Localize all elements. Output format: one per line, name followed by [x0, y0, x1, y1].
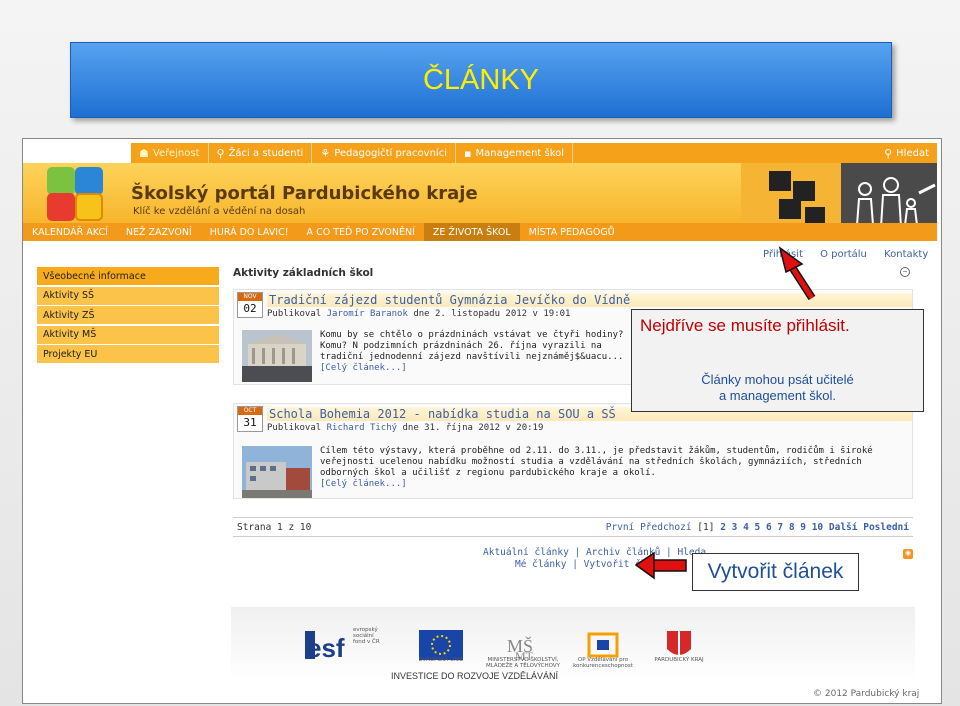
top-navigation: ☗ Veřejnost ⚲ Žáci a studenti ⚘ Pedagogičtí…: [131, 143, 937, 163]
investment-slogan: INVESTICE DO ROZVOJE VZDĚLÁVÁNÍ: [391, 671, 559, 681]
subnav-school-life[interactable]: ZE ŽIVOTA ŠKOL: [423, 223, 520, 241]
read-more-link[interactable]: [Celý článek...]: [320, 479, 407, 489]
create-article-label: Vytvořit článek: [707, 560, 844, 583]
login-callout-note-1: Články mohou psát učitelé: [701, 372, 854, 387]
nav-public[interactable]: ☗ Veřejnost: [131, 143, 209, 163]
nav-students[interactable]: ⚲ Žáci a studenti: [209, 143, 313, 163]
subnav-to-school[interactable]: HURÁ DO LAVIC!: [201, 223, 298, 241]
sidebar-item-zs[interactable]: Aktivity ZŠ: [37, 306, 219, 324]
article-excerpt: Komu by se chtělo o prázdninách vstávat …: [320, 330, 624, 373]
section-title: Aktivity základních škol: [233, 267, 374, 279]
first-page-link[interactable]: První: [606, 522, 635, 533]
article-links-row-2[interactable]: Mé články | Vytvořit článek: [483, 559, 706, 571]
login-callout: Nejdříve se musíte přihlásit. Články moh…: [631, 309, 924, 412]
search-icon: ⚲: [884, 146, 893, 160]
svg-text:esf: esf: [307, 633, 345, 663]
esf-caption-3: fond v ČR: [353, 639, 380, 645]
kraj-caption: PARDUBICKÝ KRAJ: [654, 657, 704, 663]
contacts-link[interactable]: Kontakty: [884, 249, 928, 260]
sidebar-item-ms[interactable]: Aktivity MŠ: [37, 325, 219, 344]
last-page-link[interactable]: Poslední: [863, 522, 909, 533]
search-button[interactable]: ⚲ Hledat: [876, 143, 937, 163]
sidebar-item-ss[interactable]: Aktivity SŠ: [37, 286, 219, 305]
pagination: Strana 1 z 10 První Předchozí [1] 2 3 4 …: [233, 517, 913, 537]
partner-logos: esf evropský sociální fond v ČR EVROPSKÁ…: [231, 607, 915, 683]
op-caption: OP Vzdělávání pro konkurenceschopnost: [573, 657, 633, 669]
subnav-calendar[interactable]: KALENDÁŘ AKCÍ: [23, 223, 117, 241]
subnav-teacher-places[interactable]: MÍSTA PEDAGOGŮ: [520, 223, 624, 241]
eu-caption: EVROPSKÁ UNIE: [418, 657, 464, 663]
sidebar-item-general[interactable]: Všeobecné informace: [37, 267, 219, 285]
article-meta: Publikoval Richard Tichý dne 31. října 2…: [267, 423, 544, 433]
nav-management[interactable]: ▪ Management škol: [456, 143, 574, 163]
slide-title-banner: ČLÁNKY: [70, 42, 892, 118]
author-link[interactable]: Jaromír Baranok: [327, 309, 408, 319]
site-subtitle: Klíč ke vzdělání a vědění na dosah: [133, 206, 306, 217]
article-meta: Publikoval Jaromír Baranok dne 2. listop…: [267, 309, 571, 319]
article-card: OCT 31 Schola Bohemia 2012 - nabídka stu…: [233, 403, 913, 499]
article-excerpt: Cílem této výstavy, která proběhne od 2.…: [320, 446, 873, 489]
people-icon: ☗: [139, 146, 149, 160]
prev-page-link[interactable]: Předchozí: [640, 522, 691, 533]
login-callout-note-2: a management škol.: [718, 388, 837, 403]
calendar-icon: NOV 02: [237, 292, 263, 318]
read-more-link[interactable]: [Celý článek...]: [320, 363, 407, 373]
user-links: Přihlásit O portálu Kontakty: [763, 249, 941, 260]
article-day: 31: [243, 416, 257, 429]
copyright: © 2012 Pardubický kraj: [813, 689, 920, 699]
page-links[interactable]: 2 3 4 5 6 7 8 9 10: [720, 522, 823, 533]
article-thumbnail[interactable]: [242, 330, 312, 382]
author-link[interactable]: Richard Tichý: [327, 423, 397, 433]
collapse-icon[interactable]: −: [900, 267, 910, 277]
rss-icon[interactable]: ◉: [903, 549, 913, 559]
article-title[interactable]: Tradiční zájezd studentů Gymnázia Jevíčk…: [267, 293, 912, 307]
create-article-callout: Vytvořit článek: [692, 553, 859, 591]
article-links: Aktuální články | Archiv článků | Hleda …: [483, 547, 706, 571]
next-page-link[interactable]: Další: [829, 522, 858, 533]
nav-teachers[interactable]: ⚘ Pedagogičtí pracovníci: [312, 143, 456, 163]
article-thumbnail[interactable]: [242, 446, 312, 498]
management-icon: ▪: [464, 146, 472, 160]
sidebar-item-eu[interactable]: Projekty EU: [37, 345, 219, 363]
teacher-icon: ⚘: [320, 146, 331, 160]
article-links-row-1[interactable]: Aktuální články | Archiv článků | Hleda: [483, 547, 706, 559]
login-link[interactable]: Přihlásit: [763, 249, 803, 260]
slide-title: ČLÁNKY: [422, 63, 540, 96]
sidebar: Všeobecné informace Aktivity SŠ Aktivity…: [37, 267, 219, 365]
about-link[interactable]: O portálu: [820, 249, 867, 260]
subnav-after-bell[interactable]: A CO TEĎ PO ZVONĚNÍ: [298, 223, 424, 241]
secondary-navigation: KALENDÁŘ AKCÍ NEŽ ZAZVONÍ HURÁ DO LAVIC!…: [23, 223, 937, 241]
site-title: Školský portál Pardubického kraje: [131, 183, 478, 204]
page-info: Strana 1 z 10: [237, 522, 312, 533]
students-icon: ⚲: [216, 146, 225, 160]
portal-screenshot: Školský portál Pardubického kraje Klíč k…: [22, 138, 942, 704]
article-day: 02: [243, 302, 257, 315]
site-header: Školský portál Pardubického kraje Klíč k…: [23, 163, 937, 237]
calendar-icon: OCT 31: [237, 406, 263, 432]
portal-logo[interactable]: [45, 163, 107, 223]
current-page: [1]: [697, 522, 715, 533]
msmt-caption: MINISTERSTVO ŠKOLSTVÍ, MLÁDEŽE A TĚLOVÝC…: [486, 657, 560, 669]
subnav-before-bell[interactable]: NEŽ ZAZVONÍ: [117, 223, 201, 241]
login-callout-headline: Nejdříve se musíte přihlásit.: [640, 316, 850, 335]
